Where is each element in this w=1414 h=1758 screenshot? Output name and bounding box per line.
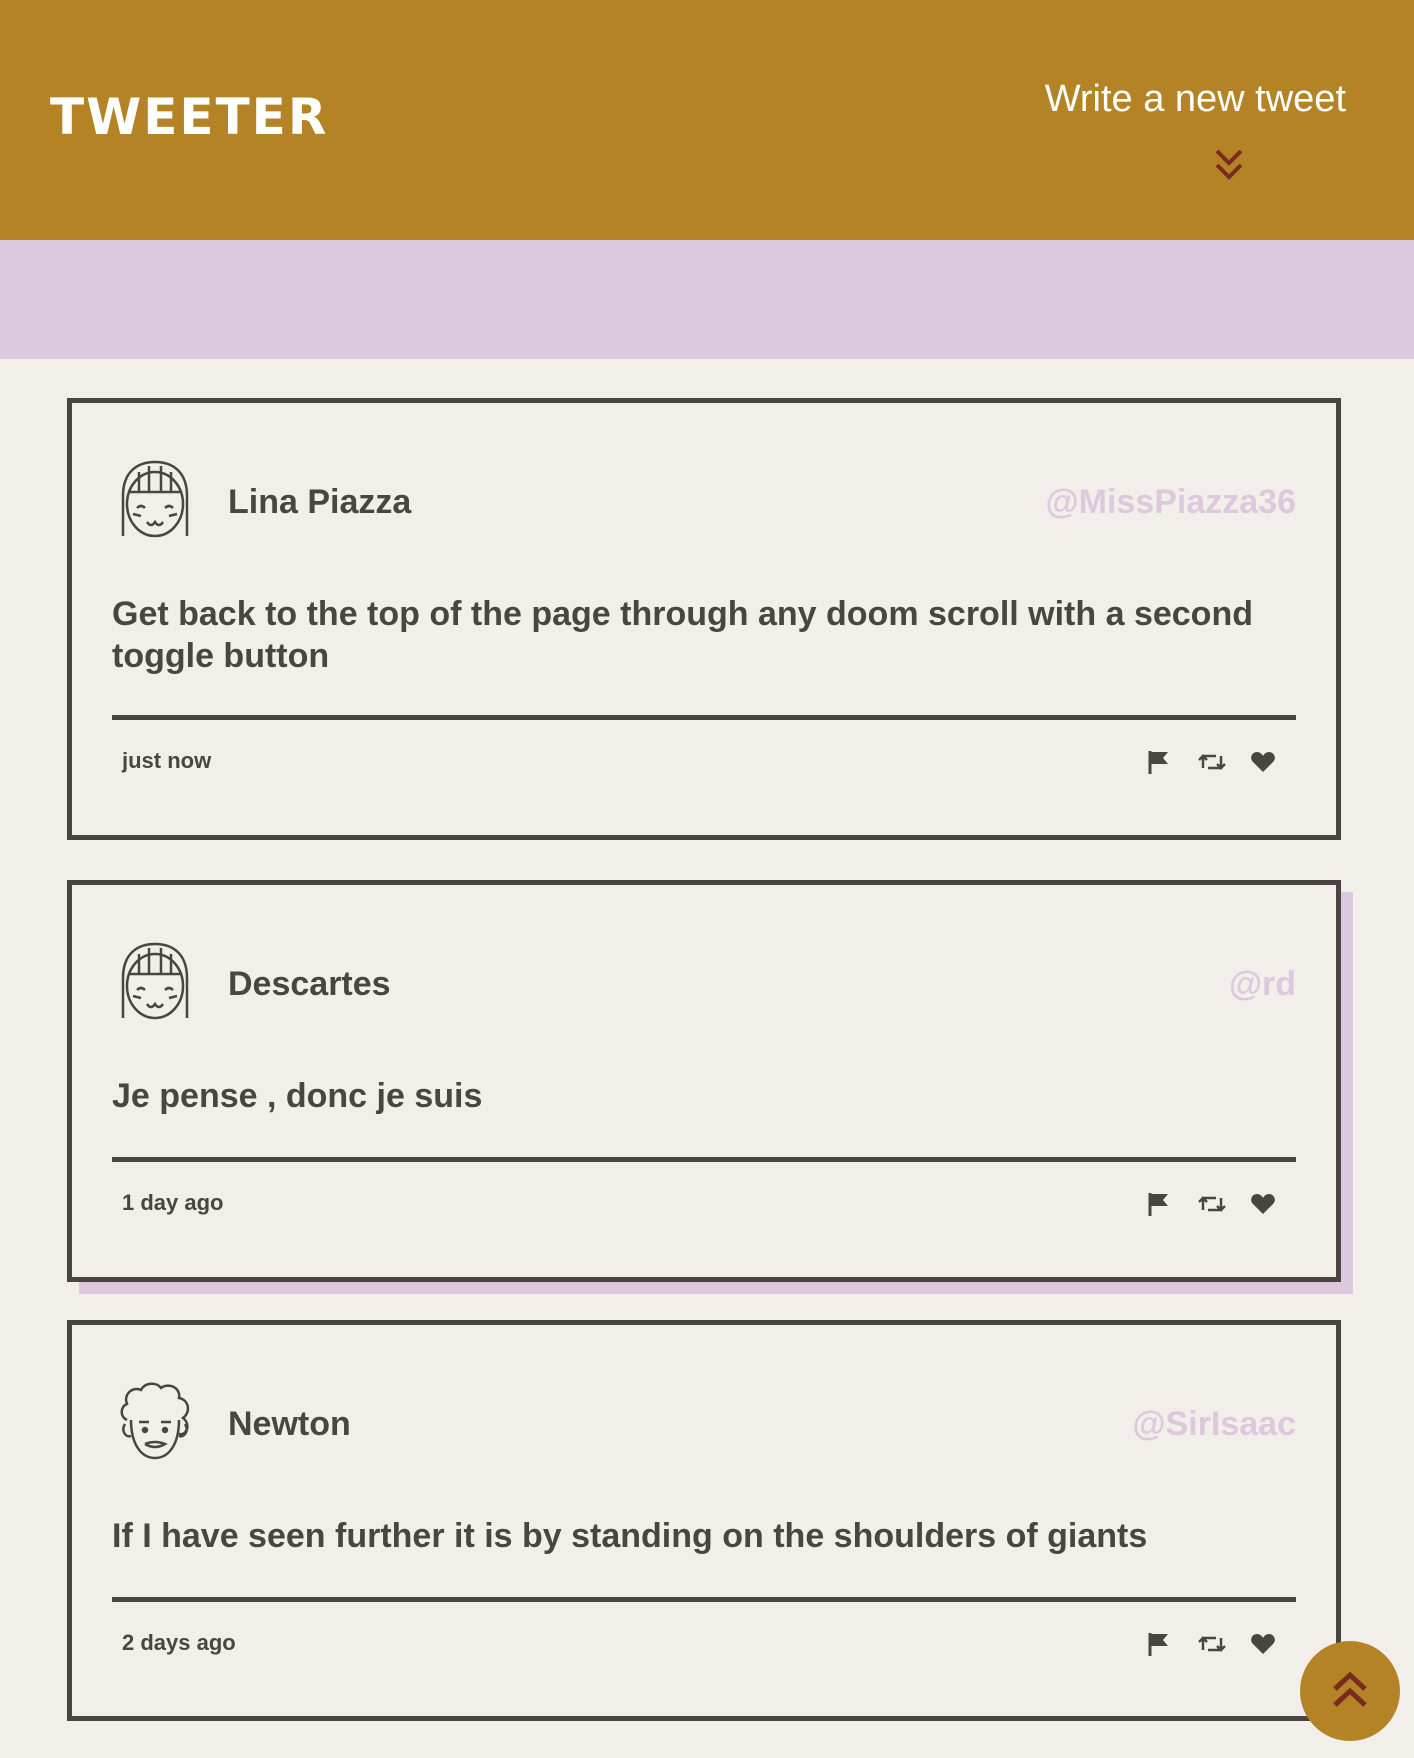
divider: [112, 715, 1296, 720]
curly-hair-avatar-icon: [117, 1380, 193, 1464]
girl-avatar-icon: [117, 940, 193, 1024]
retweet-icon[interactable]: [1198, 1631, 1228, 1661]
brand-logo[interactable]: TWEETER: [50, 88, 328, 146]
tweet-card: Descartes @rd Je pense , donc je suis 1 …: [67, 880, 1341, 1282]
author-handle: @MissPiazza36: [1045, 483, 1296, 521]
divider: [112, 1157, 1296, 1162]
tweet-actions: [1146, 749, 1296, 779]
flag-icon[interactable]: [1146, 1191, 1176, 1221]
flag-icon[interactable]: [1146, 749, 1176, 779]
heart-icon[interactable]: [1250, 1191, 1280, 1221]
tweet-actions: [1146, 1631, 1296, 1661]
author-name: Descartes: [228, 965, 391, 1003]
scroll-to-top-button[interactable]: [1300, 1641, 1400, 1741]
tweet-content: Get back to the top of the page through …: [112, 595, 1253, 675]
compose-toggle[interactable]: Write a new tweet: [1026, 78, 1346, 180]
heart-icon[interactable]: [1250, 1631, 1280, 1661]
retweet-icon[interactable]: [1198, 749, 1228, 779]
author-name: Lina Piazza: [228, 483, 412, 521]
author-handle: @SirIsaac: [1132, 1405, 1296, 1443]
tweet-actions: [1146, 1191, 1296, 1221]
girl-avatar-icon: [117, 458, 193, 542]
tweet-timestamp: 1 day ago: [122, 1190, 224, 1215]
retweet-icon[interactable]: [1198, 1191, 1228, 1221]
tweet-card: Newton @SirIsaac If I have seen further …: [67, 1320, 1341, 1721]
tweet-timestamp: just now: [122, 748, 212, 773]
double-chevron-down-icon[interactable]: [1214, 148, 1244, 184]
author-handle: @rd: [1228, 965, 1296, 1003]
tweet-content: Je pense , donc je suis: [112, 1077, 483, 1115]
tweet-content: If I have seen further it is by standing…: [112, 1517, 1148, 1555]
double-chevron-up-icon: [1333, 1671, 1367, 1707]
divider: [112, 1597, 1296, 1602]
flag-icon[interactable]: [1146, 1631, 1176, 1661]
compose-label[interactable]: Write a new tweet: [1026, 78, 1346, 121]
heart-icon[interactable]: [1250, 749, 1280, 779]
tweet-timestamp: 2 days ago: [122, 1630, 236, 1655]
compose-area: [0, 240, 1414, 359]
top-nav: TWEETER Write a new tweet: [0, 0, 1414, 240]
author-name: Newton: [228, 1405, 351, 1443]
tweet-card: Lina Piazza @MissPiazza36 Get back to th…: [67, 398, 1341, 840]
